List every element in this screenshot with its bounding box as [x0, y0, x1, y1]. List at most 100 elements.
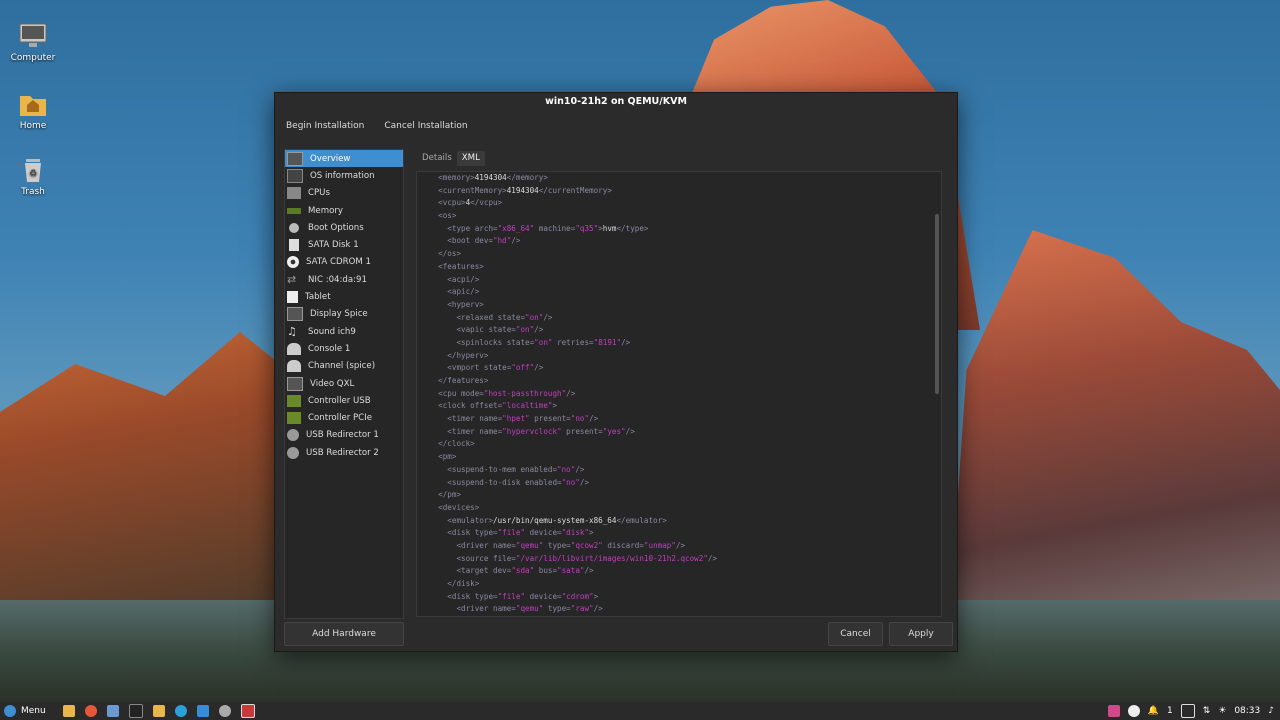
cpu-icon — [287, 187, 301, 200]
video-icon — [287, 376, 303, 391]
display-tray-icon[interactable] — [1180, 704, 1195, 718]
system-tray: 🔔 1 ⇅ ☀ 08:33 ♪ — [1107, 702, 1274, 720]
tablet-icon — [287, 291, 298, 304]
xml-editor[interactable]: <memory>4194304</memory> <currentMemory>… — [416, 171, 942, 617]
boot-icon — [289, 222, 299, 233]
firefox-icon[interactable] — [84, 705, 97, 717]
sidebar-item-nic[interactable]: ⇄ NIC :04:da:91 — [285, 271, 403, 288]
music-icon[interactable]: ♪ — [1268, 706, 1274, 716]
display-icon — [287, 307, 303, 322]
nic-icon: ⇄ — [287, 272, 297, 286]
sidebar-item-sata-disk-1[interactable]: SATA Disk 1 — [285, 236, 403, 253]
terminal-icon[interactable] — [128, 704, 143, 718]
notification-icon[interactable]: 🔔 — [1148, 706, 1159, 716]
xml-line: <suspend-to-disk enabled="no"/> — [447, 477, 590, 487]
sidebar-item-usb-redirector-1[interactable]: USB Redirector 1 — [285, 427, 403, 444]
sidebar-item-sound-ich9[interactable]: ♫ Sound ich9 — [285, 323, 403, 340]
vm-window: win10-21h2 on QEMU/KVM Begin Installatio… — [274, 92, 958, 652]
sidebar-item-boot-options[interactable]: Boot Options — [285, 219, 403, 236]
network-icon[interactable]: ⇅ — [1203, 706, 1211, 716]
xml-line: <timer name="hpet" present="no"/> — [447, 414, 599, 424]
xml-line: </disk> — [447, 579, 480, 588]
clock: 08:33 — [1234, 706, 1261, 716]
xml-line: <emulator>/usr/bin/qemu-system-x86_64</e… — [447, 515, 667, 525]
settings-icon[interactable] — [218, 705, 231, 717]
xml-line: <boot dev="hd"/> — [447, 236, 521, 246]
xml-code: <memory>4194304</memory> <currentMemory>… — [429, 172, 717, 616]
sidebar-item-os-information[interactable]: OS information — [285, 167, 403, 184]
xml-line: <timer name="hypervclock" present="yes"/… — [447, 426, 635, 436]
sidebar-item-display-spice[interactable]: Display Spice — [285, 306, 403, 323]
sidebar-item-controller-usb[interactable]: Controller USB — [285, 392, 403, 409]
brightness-icon[interactable]: ☀ — [1218, 706, 1226, 716]
svg-text:♻: ♻ — [29, 169, 37, 179]
tab-xml[interactable]: XML — [456, 151, 485, 166]
desktop-home-label: Home — [19, 121, 47, 131]
controller-icon — [287, 394, 301, 407]
tab-details[interactable]: Details — [417, 151, 457, 166]
console-icon — [287, 342, 301, 355]
desktop-computer[interactable]: Computer — [3, 22, 63, 63]
mail-icon[interactable] — [106, 705, 119, 717]
xml-line: <devices> — [438, 502, 480, 512]
desktop-computer-label: Computer — [10, 53, 56, 63]
virt-manager-icon[interactable] — [240, 704, 255, 718]
tiktok-icon[interactable] — [196, 705, 209, 717]
xml-line: <driver name="qemu" type="qcow2" discard… — [456, 540, 686, 550]
xml-line: <target dev="sda" bus="sata"/> — [456, 566, 594, 576]
sidebar-item-sata-cdrom-1[interactable]: SATA CDROM 1 — [285, 254, 403, 271]
wallpaper-hill — [0, 332, 300, 620]
disk-icon — [289, 239, 299, 252]
xml-line: <os> — [438, 211, 457, 221]
usb-redirector-icon — [287, 446, 299, 459]
controller-icon — [287, 412, 301, 425]
telegram-icon[interactable] — [174, 705, 187, 717]
sidebar-item-tablet[interactable]: Tablet — [285, 288, 403, 305]
sidebar-item-cpus[interactable]: CPUs — [285, 185, 403, 202]
sidebar-item-overview[interactable]: Overview — [285, 150, 403, 168]
cancel-installation-button[interactable]: Cancel Installation — [384, 121, 467, 131]
xml-line: <memory>4194304</memory> — [438, 173, 548, 182]
xml-line: <features> — [438, 261, 484, 271]
xml-line: <currentMemory>4194304</currentMemory> — [438, 185, 612, 195]
apply-button[interactable]: Apply — [889, 622, 953, 646]
menu-button[interactable]: Menu — [21, 706, 46, 716]
os-info-icon — [287, 168, 303, 183]
begin-installation-button[interactable]: Begin Installation — [286, 121, 364, 131]
desktop-trash[interactable]: ♻ Trash — [3, 156, 63, 197]
cancel-button[interactable]: Cancel — [828, 622, 883, 646]
xml-line: <disk type="file" device="cdrom"> — [447, 591, 599, 601]
cdrom-icon — [287, 256, 299, 269]
xml-line: <acpi/> — [447, 274, 480, 284]
xml-line: <driver name="qemu" type="raw"/> — [456, 604, 603, 614]
sidebar-item-video-qxl[interactable]: Video QXL — [285, 375, 403, 392]
sidebar-item-console-1[interactable]: Console 1 — [285, 340, 403, 357]
xml-line: </pm> — [438, 490, 462, 500]
channel-icon — [287, 360, 301, 373]
folder-icon[interactable] — [152, 705, 165, 717]
xml-line: </clock> — [438, 439, 475, 449]
sidebar-item-channel-spice[interactable]: Channel (spice) — [285, 358, 403, 375]
xml-line: <suspend-to-mem enabled="no"/> — [447, 464, 585, 474]
memory-icon — [287, 207, 301, 214]
sidebar-item-memory[interactable]: Memory — [285, 202, 403, 219]
taskbar: Menu 🔔 1 ⇅ ☀ 08:33 ♪ — [0, 702, 1280, 720]
package-icon[interactable] — [1107, 705, 1120, 717]
files-icon[interactable] — [62, 705, 75, 717]
obs-icon[interactable] — [1127, 705, 1140, 717]
xml-line: <hyperv> — [447, 299, 484, 309]
usb-redirector-icon — [287, 429, 299, 442]
home-folder-icon — [20, 96, 46, 116]
xml-scrollbar[interactable] — [935, 214, 939, 394]
xml-line: <apic/> — [447, 287, 480, 297]
sidebar-item-controller-pcie[interactable]: Controller PCIe — [285, 409, 403, 426]
xml-line: </features> — [438, 376, 489, 385]
desktop-home[interactable]: Home — [3, 90, 63, 131]
xml-line: </os> — [438, 249, 462, 259]
add-hardware-button[interactable]: Add Hardware — [284, 622, 404, 646]
xml-line: <disk type="file" device="disk"> — [447, 528, 594, 538]
trash-icon: ♻ — [25, 159, 41, 182]
sidebar-item-usb-redirector-2[interactable]: USB Redirector 2 — [285, 444, 403, 461]
window-title: win10-21h2 on QEMU/KVM — [275, 93, 957, 111]
computer-icon — [19, 23, 47, 47]
